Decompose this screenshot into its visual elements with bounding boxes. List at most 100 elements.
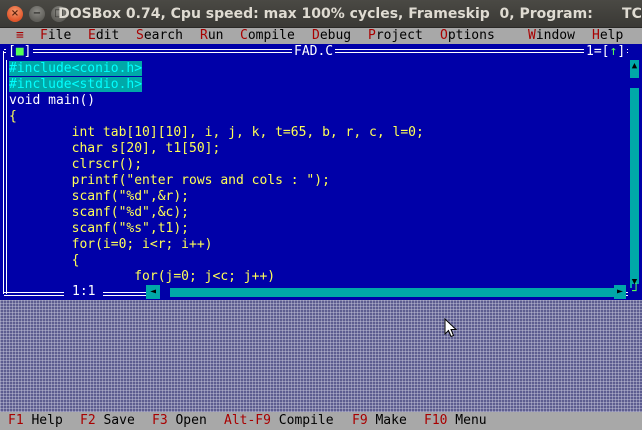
hotkey-label: Make — [367, 413, 407, 428]
close-box-left-bracket: [ — [8, 44, 16, 59]
menu-help[interactable]: Help — [592, 28, 623, 44]
horizontal-scroll-thumb[interactable] — [160, 288, 170, 297]
code-text: clrscr(); — [9, 157, 143, 172]
preprocessor-directive: #include<stdio.h> — [9, 77, 143, 92]
mouse-pointer-icon — [444, 318, 458, 338]
code-line: for(i=0; i<r; i++) — [9, 237, 424, 253]
code-line: { — [9, 253, 424, 269]
system-menu-icon[interactable]: ≡ — [16, 28, 24, 44]
menu-debug-label: ebug — [319, 28, 352, 43]
scroll-left-arrow-icon[interactable]: ◄ — [146, 285, 160, 299]
menu-edit[interactable]: Edit — [88, 28, 119, 44]
hotkey-bar: F1 Help F2 Save F3 Open Alt-F9 Compile F… — [0, 412, 642, 430]
hotkey-label: Menu — [447, 413, 487, 428]
menu-search[interactable]: Search — [136, 28, 183, 44]
hotkey-key: F3 — [152, 413, 168, 428]
scroll-right-arrow-icon[interactable]: ► — [614, 285, 626, 299]
menu-search-hotkey: S — [136, 28, 144, 43]
code-line: int tab[10][10], i, j, k, t=65, b, r, c,… — [9, 125, 424, 141]
close-icon: ■ — [15, 44, 24, 59]
code-line: scanf("%d",&c); — [9, 205, 424, 221]
menu-run[interactable]: Run — [200, 28, 223, 44]
menu-file-hotkey: F — [40, 28, 48, 43]
code-line: #include<conio.h> — [9, 61, 424, 77]
menu-bar: ≡ File Edit Search Run Compile Debug Pro… — [0, 28, 642, 44]
ide-desktop[interactable] — [0, 300, 642, 412]
scroll-up-arrow-icon[interactable]: ▲ — [630, 60, 639, 72]
menu-help-hotkey: H — [592, 28, 600, 43]
menu-help-label: elp — [599, 28, 624, 43]
hotkey-key: F9 — [352, 413, 368, 428]
code-text: void main() — [9, 93, 96, 108]
hotkey-compile[interactable]: Alt-F9 Compile — [224, 413, 334, 429]
hotkey-key: F10 — [424, 413, 448, 428]
code-text: scanf("%s",t1); — [9, 221, 190, 236]
code-line: for(j=0; j<c; j++) — [9, 269, 424, 285]
menu-project[interactable]: Project — [368, 28, 423, 44]
menu-compile-label: ompile — [247, 28, 295, 43]
hotkey-key: Alt-F9 — [224, 413, 271, 428]
menu-project-label: roject — [375, 28, 423, 43]
hotkey-save[interactable]: F2 Save — [80, 413, 135, 429]
menu-run-label: un — [207, 28, 224, 43]
menu-run-hotkey: R — [200, 28, 208, 43]
code-text: int tab[10][10], i, j, k, t=65, b, r, c,… — [9, 125, 424, 140]
dos-screen[interactable]: ≡ File Edit Search Run Compile Debug Pro… — [0, 28, 642, 430]
code-text: { — [9, 109, 17, 124]
hotkey-help[interactable]: F1 Help — [8, 413, 63, 429]
code-text: { — [9, 253, 80, 268]
editor-window[interactable]: [■] FAD.C 1=[↑] ▲ ▼ #include<conio.h> #i… — [0, 44, 642, 300]
menu-window[interactable]: Window — [528, 28, 575, 44]
code-line: void main() — [9, 93, 424, 109]
horizontal-scrollbar[interactable] — [146, 288, 626, 297]
hotkey-key: F2 — [80, 413, 96, 428]
code-line: { — [9, 109, 424, 125]
editor-zoom-button[interactable]: 1=[↑] — [584, 44, 628, 60]
code-area[interactable]: #include<conio.h> #include<stdio.h> void… — [9, 61, 424, 285]
code-line: #include<stdio.h> — [9, 77, 424, 93]
editor-close-button[interactable]: [■] — [6, 44, 34, 60]
window-title: DOSBox 0.74, Cpu speed: max 100% cycles,… — [58, 6, 642, 22]
cursor-position: 1:1 — [64, 284, 104, 300]
menu-options[interactable]: Options — [440, 28, 495, 44]
hotkey-label: Help — [23, 413, 63, 428]
menu-debug[interactable]: Debug — [312, 28, 351, 44]
menu-compile-hotkey: C — [240, 28, 248, 43]
window-number-end: ] — [617, 44, 626, 59]
code-text: for(j=0; j<c; j++) — [9, 269, 276, 284]
menu-edit-hotkey: E — [88, 28, 96, 43]
code-line: char s[20], t1[50]; — [9, 141, 424, 157]
menu-options-label: ptions — [447, 28, 495, 43]
editor-file-name: FAD.C — [292, 44, 336, 60]
vertical-scroll-thumb[interactable] — [630, 78, 639, 88]
menu-debug-hotkey: D — [312, 28, 320, 43]
menu-options-hotkey: O — [440, 28, 448, 43]
code-line: scanf("%s",t1); — [9, 221, 424, 237]
hotkey-open[interactable]: F3 Open — [152, 413, 207, 429]
menu-file-label: ile — [47, 28, 72, 43]
code-text: scanf("%d",&c); — [9, 205, 190, 220]
code-text: for(i=0; i<r; i++) — [9, 237, 213, 252]
vertical-scrollbar[interactable] — [630, 60, 639, 288]
hotkey-menu[interactable]: F10 Menu — [424, 413, 487, 429]
window-number: 1=[ — [586, 44, 610, 59]
resize-corner-icon[interactable]: ┘ — [632, 284, 640, 300]
code-text: char s[20], t1[50]; — [9, 141, 221, 156]
hotkey-label: Save — [95, 413, 135, 428]
hotkey-label: Compile — [270, 413, 334, 428]
code-line: printf("enter rows and cols : "); — [9, 173, 424, 189]
code-line: clrscr(); — [9, 157, 424, 173]
window-titlebar: × − □ DOSBox 0.74, Cpu speed: max 100% c… — [0, 0, 642, 28]
preprocessor-directive: #include<conio.h> — [9, 61, 143, 76]
menu-compile[interactable]: Compile — [240, 28, 295, 44]
window-close-button[interactable]: × — [7, 6, 23, 22]
menu-edit-label: dit — [95, 28, 120, 43]
code-text: printf("enter rows and cols : "); — [9, 173, 330, 188]
hotkey-key: F1 — [8, 413, 24, 428]
editor-frame-left — [3, 51, 7, 294]
code-line: scanf("%d",&r); — [9, 189, 424, 205]
window-minimize-button[interactable]: − — [29, 6, 45, 22]
menu-file[interactable]: File — [40, 28, 71, 44]
close-box-right-bracket: ] — [23, 44, 32, 59]
hotkey-make[interactable]: F9 Make — [352, 413, 407, 429]
